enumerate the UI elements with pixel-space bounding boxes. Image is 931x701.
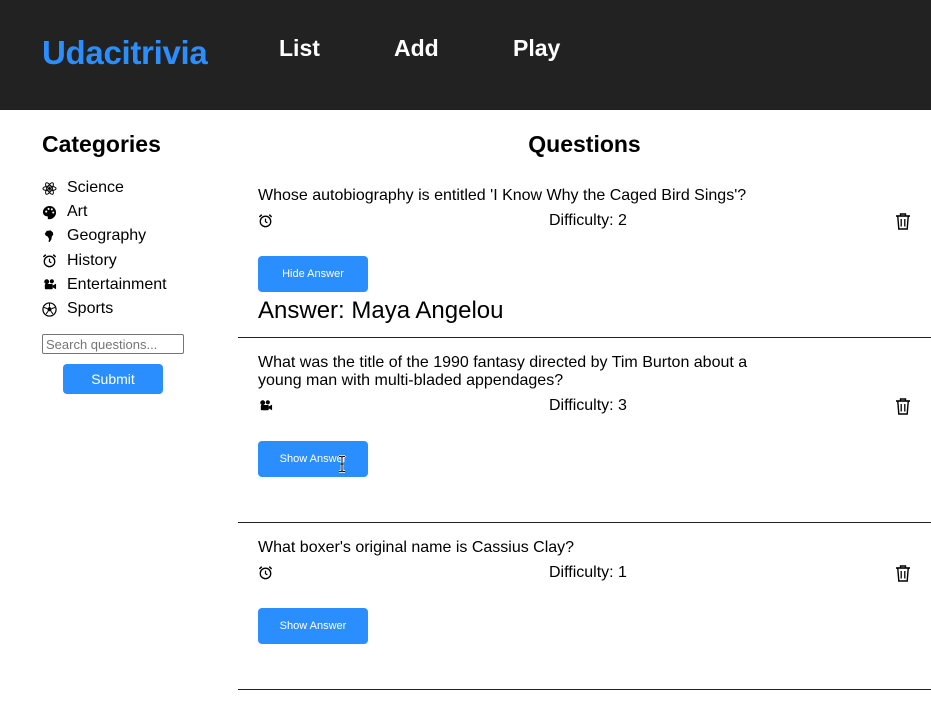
category-label: History [67,251,117,269]
category-list: Science Art Geography History Entertainm… [42,176,167,321]
categories-title: Categories [42,131,161,157]
app-header: Udacitrivia List Add Play [0,0,931,110]
question-text: What was the title of the 1990 fantasy d… [258,354,748,389]
science-icon [42,181,57,195]
text-cursor-icon [339,455,345,473]
question-difficulty: Difficulty: 2 [549,212,627,229]
category-label: Geography [67,227,147,245]
category-item-science[interactable]: Science [42,176,167,200]
brand-logo[interactable]: Udacitrivia [42,34,208,72]
categories-sidebar: Categories Science Art Geography History… [0,110,238,701]
geography-icon [44,230,54,243]
category-item-history[interactable]: History [42,249,167,273]
trash-icon[interactable] [895,213,911,230]
question-card: What boxer's original name is Cassius Cl… [238,523,931,690]
show-answer-button[interactable]: Show Answer [258,608,368,644]
question-card: Whose autobiography is entitled 'I Know … [238,171,931,338]
question-text: Whose autobiography is entitled 'I Know … [258,187,747,204]
category-label: Sports [67,300,114,318]
question-card: What was the title of the 1990 fantasy d… [238,338,931,523]
entertainment-icon [44,279,57,290]
nav-add[interactable]: Add [394,35,439,62]
category-item-entertainment[interactable]: Entertainment [42,273,167,297]
hide-answer-button[interactable]: Hide Answer [258,256,368,292]
category-label: Science [67,179,124,197]
question-text: What boxer's original name is Cassius Cl… [258,539,575,556]
entertainment-icon [260,400,273,411]
questions-panel: Questions Whose autobiography is entitle… [238,110,931,701]
history-clock-icon [258,214,273,228]
show-answer-button[interactable]: Show Answer [258,441,368,477]
question-difficulty: Difficulty: 3 [549,397,627,414]
search-input[interactable] [42,334,184,354]
category-label: Art [67,203,88,221]
sports-ball-icon [42,301,57,317]
trash-icon[interactable] [895,398,911,415]
category-item-geography[interactable]: Geography [42,224,167,248]
history-clock-icon [42,254,57,268]
question-answer: Answer: Maya Angelou [258,297,504,324]
nav-list[interactable]: List [279,35,320,62]
nav-play[interactable]: Play [513,35,560,62]
art-palette-icon [42,205,57,220]
category-label: Entertainment [67,275,167,293]
trash-icon[interactable] [895,565,911,582]
category-item-art[interactable]: Art [42,200,167,224]
question-difficulty: Difficulty: 1 [549,564,627,581]
category-item-sports[interactable]: Sports [42,297,167,321]
search-submit-button[interactable]: Submit [63,364,163,394]
questions-title: Questions [528,131,641,157]
history-clock-icon [258,566,273,580]
